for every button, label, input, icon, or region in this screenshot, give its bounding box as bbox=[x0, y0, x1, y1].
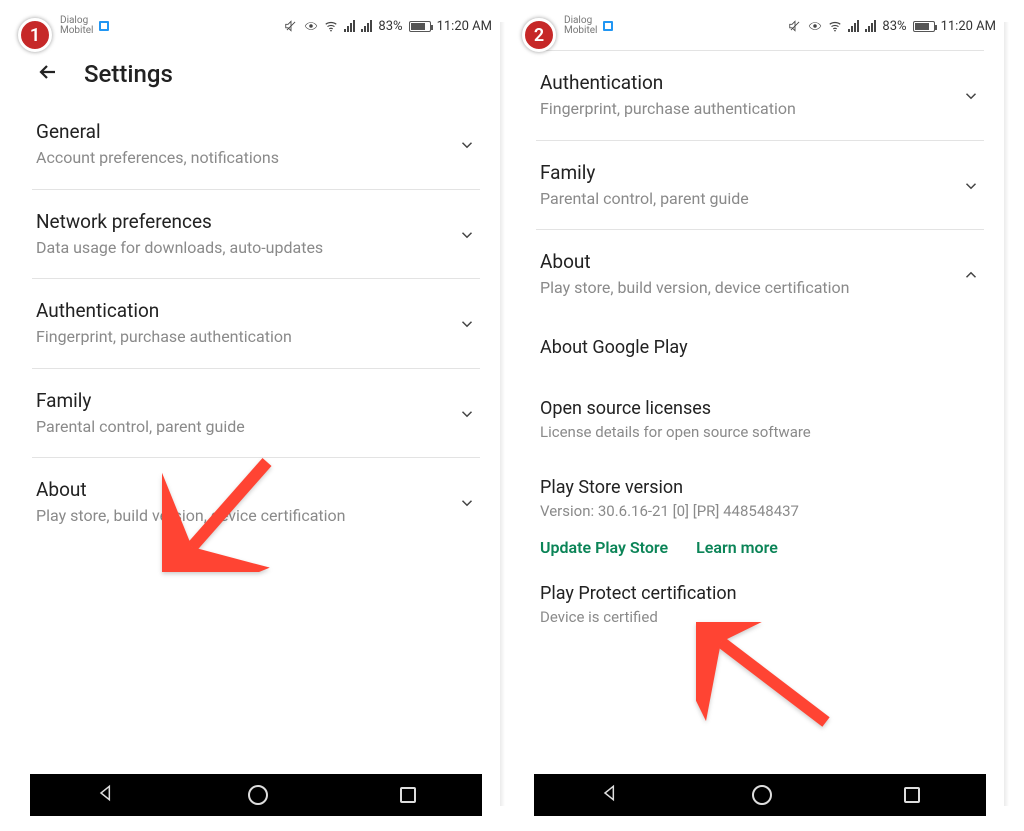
step-badge-2: 2 bbox=[522, 18, 556, 52]
setting-title: About bbox=[540, 250, 946, 273]
phone-screenshot-1: 1 Dialog Mobitel 83% 11:20 AM Settings bbox=[12, 12, 500, 816]
status-bar: Dialog Mobitel 83% 11:20 AM bbox=[516, 12, 1004, 40]
carrier-2: Mobitel bbox=[564, 26, 598, 36]
chevron-down-icon bbox=[962, 71, 980, 109]
settings-header: Settings bbox=[12, 40, 500, 100]
battery-pct: 83% bbox=[378, 19, 402, 34]
wifi-icon bbox=[324, 19, 338, 33]
licenses-sub: License details for open source software bbox=[540, 423, 980, 441]
nav-back-icon[interactable] bbox=[600, 783, 620, 807]
nav-back-icon[interactable] bbox=[96, 783, 116, 807]
setting-subtitle: Data usage for downloads, auto-updates bbox=[36, 237, 442, 259]
chevron-down-icon bbox=[458, 120, 476, 158]
licenses-title: Open source licenses bbox=[540, 398, 980, 419]
status-bar: Dialog Mobitel 83% 11:20 AM bbox=[12, 12, 500, 40]
play-protect-certification[interactable]: Play Protect certification Device is cer… bbox=[536, 557, 984, 644]
open-source-licenses[interactable]: Open source licenses License details for… bbox=[536, 380, 984, 459]
setting-about[interactable]: About Play store, build version, device … bbox=[536, 230, 984, 319]
setting-subtitle: Fingerprint, purchase authentication bbox=[540, 98, 946, 120]
setting-title: Authentication bbox=[540, 71, 946, 94]
carrier-2: Mobitel bbox=[60, 26, 94, 36]
mute-icon bbox=[284, 19, 298, 33]
setting-about[interactable]: About Play store, build version, device … bbox=[32, 458, 480, 547]
chevron-down-icon bbox=[458, 299, 476, 337]
protect-title: Play Protect certification bbox=[540, 583, 980, 604]
setting-authentication[interactable]: Authentication Fingerprint, purchase aut… bbox=[536, 51, 984, 141]
setting-title: Family bbox=[36, 389, 442, 412]
eye-icon bbox=[808, 19, 822, 33]
battery-icon bbox=[913, 21, 935, 32]
version-title: Play Store version bbox=[540, 477, 980, 498]
signal-icon-2 bbox=[361, 20, 372, 32]
nav-home-icon[interactable] bbox=[248, 785, 268, 805]
notification-dot-icon bbox=[603, 21, 613, 31]
page-title: Settings bbox=[84, 60, 173, 88]
setting-family[interactable]: Family Parental control, parent guide bbox=[536, 141, 984, 231]
battery-icon bbox=[409, 21, 431, 32]
setting-general[interactable]: General Account preferences, notificatio… bbox=[32, 100, 480, 190]
battery-pct: 83% bbox=[882, 19, 906, 34]
setting-title: Network preferences bbox=[36, 210, 442, 233]
setting-subtitle: Play store, build version, device certif… bbox=[540, 277, 946, 299]
signal-icon-2 bbox=[865, 20, 876, 32]
eye-icon bbox=[304, 19, 318, 33]
setting-subtitle: Fingerprint, purchase authentication bbox=[36, 326, 442, 348]
step-badge-1: 1 bbox=[18, 18, 52, 52]
setting-subtitle: Play store, build version, device certif… bbox=[36, 505, 442, 527]
settings-list: General Account preferences, notificatio… bbox=[12, 100, 500, 768]
chevron-down-icon bbox=[962, 161, 980, 199]
signal-icon-1 bbox=[848, 20, 859, 32]
settings-list-expanded: Authentication Fingerprint, purchase aut… bbox=[516, 40, 1004, 768]
setting-title: About bbox=[36, 478, 442, 501]
nav-recent-icon[interactable] bbox=[400, 787, 416, 803]
update-play-store-button[interactable]: Update Play Store bbox=[540, 538, 668, 557]
phone-screenshot-2: 2 Dialog Mobitel 83% 11:20 AM Authentica… bbox=[516, 12, 1004, 816]
version-sub: Version: 30.6.16-21 [0] [PR] 448548437 bbox=[540, 502, 980, 520]
chevron-down-icon bbox=[458, 210, 476, 248]
about-google-play[interactable]: About Google Play bbox=[536, 319, 984, 380]
setting-family[interactable]: Family Parental control, parent guide bbox=[32, 369, 480, 459]
about-heading: About Google Play bbox=[540, 337, 980, 358]
setting-subtitle: Parental control, parent guide bbox=[36, 416, 442, 438]
chevron-down-icon bbox=[458, 478, 476, 516]
signal-icon-1 bbox=[344, 20, 355, 32]
mute-icon bbox=[788, 19, 802, 33]
chevron-down-icon bbox=[458, 389, 476, 427]
setting-network[interactable]: Network preferences Data usage for downl… bbox=[32, 190, 480, 280]
setting-title: General bbox=[36, 120, 442, 143]
nav-recent-icon[interactable] bbox=[904, 787, 920, 803]
protect-sub: Device is certified bbox=[540, 608, 980, 626]
learn-more-button[interactable]: Learn more bbox=[696, 538, 778, 557]
play-store-version: Play Store version Version: 30.6.16-21 [… bbox=[536, 459, 984, 526]
notification-dot-icon bbox=[99, 21, 109, 31]
status-time: 11:20 AM bbox=[941, 19, 996, 34]
setting-title: Family bbox=[540, 161, 946, 184]
status-time: 11:20 AM bbox=[437, 19, 492, 34]
wifi-icon bbox=[828, 19, 842, 33]
setting-subtitle: Parental control, parent guide bbox=[540, 188, 946, 210]
setting-title: Authentication bbox=[36, 299, 442, 322]
nav-home-icon[interactable] bbox=[752, 785, 772, 805]
chevron-up-icon bbox=[962, 250, 980, 288]
setting-subtitle: Account preferences, notifications bbox=[36, 147, 442, 169]
back-arrow-icon[interactable] bbox=[36, 60, 60, 88]
android-nav-bar bbox=[534, 774, 986, 816]
setting-authentication[interactable]: Authentication Fingerprint, purchase aut… bbox=[32, 279, 480, 369]
android-nav-bar bbox=[30, 774, 482, 816]
